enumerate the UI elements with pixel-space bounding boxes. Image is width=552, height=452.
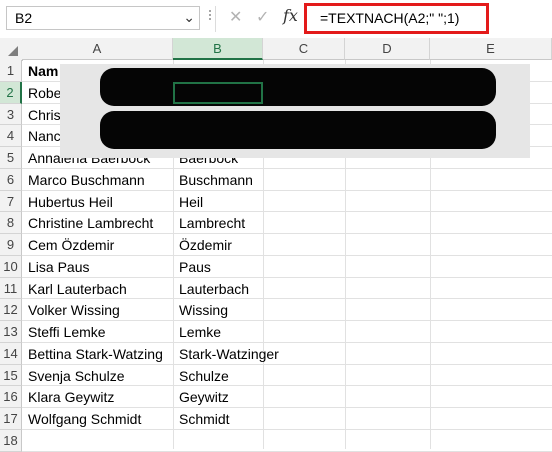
row-header[interactable]: 16 [0, 386, 22, 408]
row-header[interactable]: 1 [0, 60, 22, 82]
name-box-value: B2 [15, 10, 33, 26]
row-header[interactable]: 4 [0, 125, 22, 147]
row-header[interactable]: 5 [0, 147, 22, 169]
cell-b[interactable]: Lemke [174, 321, 344, 343]
column-header-a[interactable]: A [22, 38, 173, 60]
spreadsheet-grid[interactable]: A B C D E 1 Nam 2 Robe 3 Chris 4 Nanc 5 Annalena … [0, 38, 552, 452]
cell-b[interactable]: Paus [174, 256, 344, 278]
row-header[interactable]: 8 [0, 212, 22, 234]
check-icon[interactable]: ✓ [256, 7, 269, 29]
active-cell-b2[interactable] [173, 82, 263, 104]
cell-a[interactable]: Hubertus Heil [23, 191, 173, 213]
row-header[interactable]: 6 [0, 168, 22, 191]
formula-text: =TEXTNACH(A2;" ";1) [320, 10, 460, 26]
cell-a[interactable]: Svenja Schulze [23, 365, 173, 387]
cell-a[interactable] [23, 430, 173, 452]
cell-a[interactable]: Bettina Stark-Watzing [23, 343, 173, 365]
column-header-c[interactable]: C [263, 38, 345, 60]
column-header-d[interactable]: D [345, 38, 430, 60]
row-header[interactable]: 17 [0, 408, 22, 430]
cell-b[interactable]: Schmidt [174, 408, 344, 430]
column-header-b[interactable]: B [173, 38, 263, 60]
cell-a[interactable]: Christine Lambrecht [23, 212, 173, 234]
separator [215, 6, 216, 32]
cell-a[interactable]: Steffi Lemke [23, 321, 173, 343]
cell-b[interactable]: Özdemir [174, 234, 344, 256]
redaction-bar [100, 111, 496, 149]
cell-b[interactable]: Buschmann [174, 169, 344, 191]
formula-bar: B2 ⌄ ✕ ✓ fx =TEXTNACH(A2;" ";1) [0, 0, 552, 38]
row-header[interactable]: 15 [0, 364, 22, 387]
row-header[interactable]: 18 [0, 429, 22, 452]
row-header[interactable]: 12 [0, 299, 22, 321]
cell-a[interactable]: Klara Geywitz [23, 386, 173, 408]
cell-b[interactable]: Wissing [174, 299, 344, 321]
chevron-down-icon[interactable]: ⌄ [183, 9, 195, 26]
select-all-icon [8, 46, 18, 56]
formula-input[interactable]: =TEXTNACH(A2;" ";1) [304, 3, 489, 34]
insert-function-icon[interactable]: fx [283, 6, 298, 25]
cell-a[interactable]: Karl Lauterbach [23, 278, 173, 300]
select-all-button[interactable] [0, 38, 23, 61]
column-header-e[interactable]: E [430, 38, 552, 60]
cell-a[interactable]: Lisa Paus [23, 256, 173, 278]
row-header[interactable]: 13 [0, 321, 22, 343]
cell-b[interactable]: Heil [174, 191, 344, 213]
row-header[interactable]: 3 [0, 103, 22, 126]
row-header[interactable]: 2 [0, 81, 22, 104]
cell-a[interactable]: Wolfgang Schmidt [23, 408, 173, 430]
cell-b[interactable]: Lambrecht [174, 212, 344, 234]
cell-a[interactable]: Volker Wissing [23, 299, 173, 321]
row-header[interactable]: 11 [0, 277, 22, 300]
cell-a[interactable]: Marco Buschmann [23, 169, 173, 191]
drag-handle-icon[interactable] [207, 8, 213, 28]
cancel-icon[interactable]: ✕ [229, 7, 242, 29]
cell-b[interactable]: Schulze [174, 365, 344, 387]
row-header[interactable]: 10 [0, 255, 22, 278]
cell-b[interactable]: Geywitz [174, 386, 344, 408]
cell-b[interactable]: Lauterbach [174, 278, 344, 300]
row-header[interactable]: 9 [0, 234, 22, 256]
redaction-bar [100, 68, 496, 106]
name-box[interactable]: B2 ⌄ [6, 6, 200, 30]
cell-b[interactable]: Stark-Watzinger [174, 343, 344, 365]
row-header[interactable]: 7 [0, 190, 22, 213]
cell-a[interactable]: Cem Özdemir [23, 234, 173, 256]
cell-b[interactable] [174, 430, 344, 452]
row-header[interactable]: 14 [0, 342, 22, 365]
